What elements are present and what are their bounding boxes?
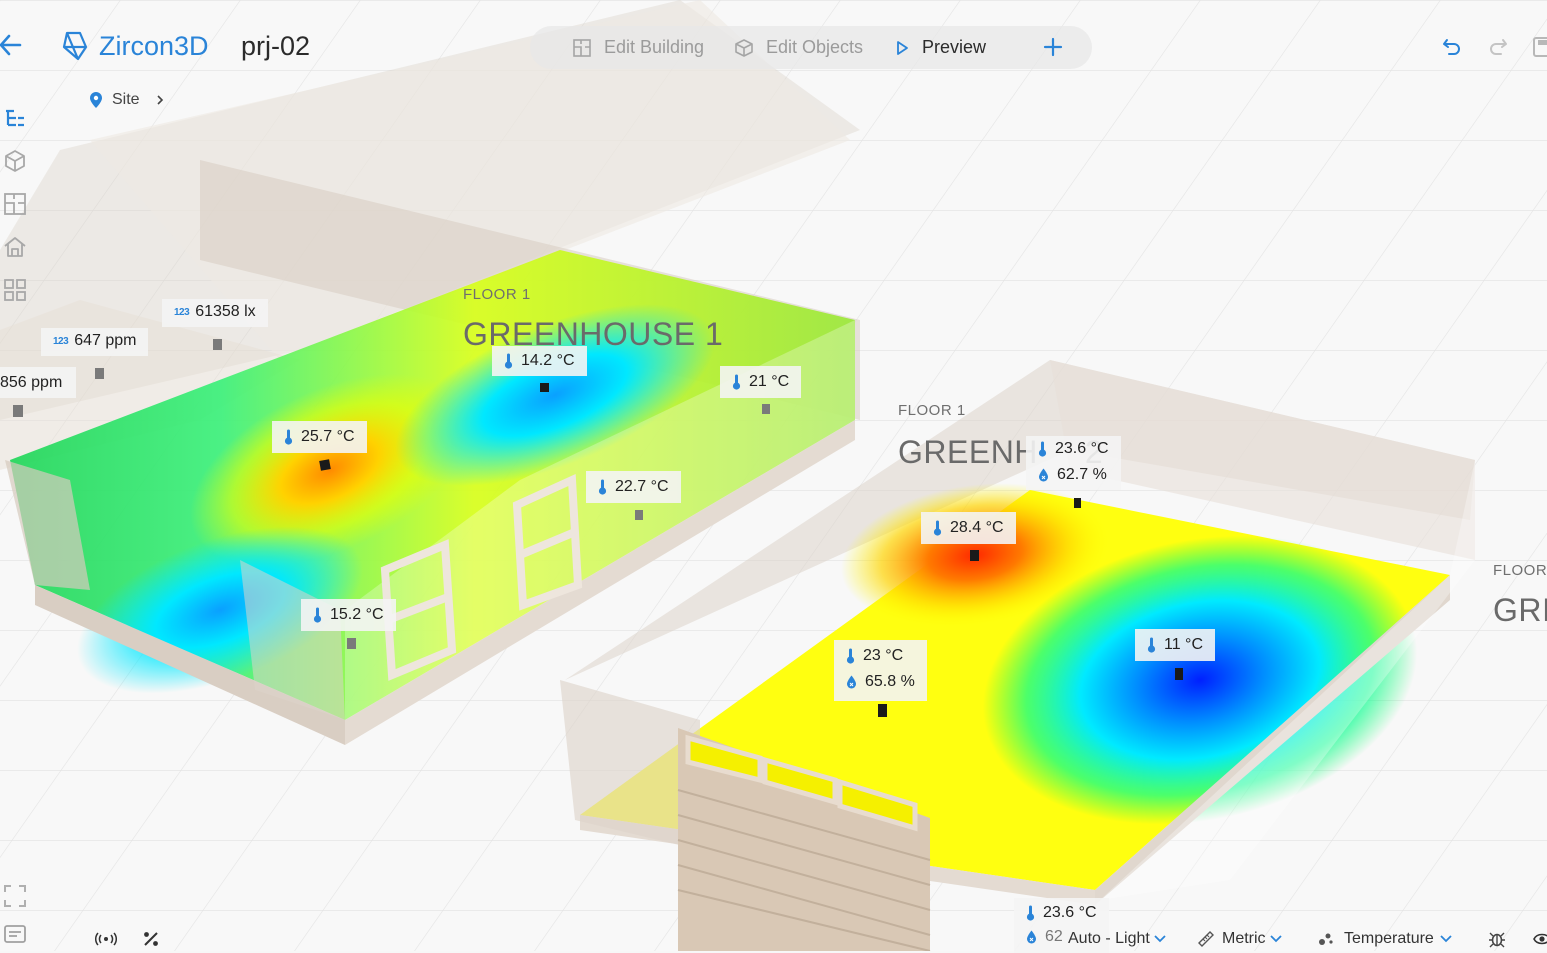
room-1-floor: FLOOR 1: [463, 286, 531, 303]
sensor-temp-card[interactable]: 21 °C: [720, 366, 802, 398]
mode-edit-objects-label: Edit Objects: [766, 37, 864, 57]
fullscreen-icon[interactable]: [3, 884, 27, 908]
broadcast-icon: [95, 932, 117, 946]
sensor-humidity-value: 62.7 %: [1057, 466, 1107, 483]
numeric-icon: 123: [53, 335, 69, 347]
units-select[interactable]: Metric: [1198, 928, 1282, 950]
scene-canvas[interactable]: [0, 0, 1547, 951]
floorplan-icon: [573, 38, 591, 57]
cube-icon: [735, 38, 753, 57]
chevron-down-icon: [1269, 935, 1282, 943]
humidity-drop-icon: [847, 675, 856, 689]
mode-edit-building[interactable]: Edit Building: [572, 26, 704, 69]
back-arrow-icon[interactable]: [0, 30, 26, 60]
project-name[interactable]: prj-02: [241, 31, 310, 62]
dashboard-icon[interactable]: [3, 278, 27, 302]
thermometer-icon: [284, 429, 293, 445]
sensor-value: 14.2 °C: [521, 352, 575, 369]
sensors-toggle[interactable]: [95, 928, 117, 950]
sensor-temp-card[interactable]: 14.2 °C: [492, 346, 587, 376]
location-pin-icon: [90, 92, 102, 108]
building-icon[interactable]: [3, 235, 27, 259]
undo-icon[interactable]: [1441, 36, 1463, 58]
sensor-humidity-value: 65.8 %: [865, 673, 915, 690]
bug-icon: [1489, 932, 1505, 948]
thermometer-icon: [598, 479, 607, 495]
sensor-temp-card[interactable]: 22.7 °C: [586, 471, 681, 503]
mode-switcher: Edit Building Edit Objects Preview: [530, 26, 1092, 69]
thermometer-icon: [313, 607, 322, 623]
sensor-temp-card[interactable]: 25.7 °C: [272, 421, 367, 453]
sensor-temp-card[interactable]: 11 °C: [1135, 629, 1216, 661]
list-icon[interactable]: [3, 922, 27, 946]
thermometer-icon: [1026, 905, 1035, 921]
sensor-value: 21 °C: [749, 373, 790, 390]
sensor-temp-value: 23.6 °C: [1043, 904, 1097, 921]
sensor-temp-card[interactable]: 28.4 °C: [921, 512, 1016, 544]
app-brand: Zircon3D: [99, 31, 209, 61]
numeric-icon: 123: [174, 306, 190, 318]
humidity-drop-icon: [1039, 468, 1048, 482]
layer-select[interactable]: Temperature: [1318, 928, 1452, 950]
room-3-name[interactable]: GRI: [1493, 592, 1547, 629]
thermometer-icon: [504, 353, 513, 369]
eye-icon: [1533, 933, 1547, 945]
room-2-floor: FLOOR 1: [898, 402, 966, 419]
lighting-select[interactable]: Auto - Light: [1068, 928, 1166, 950]
tree-icon[interactable]: [3, 107, 27, 131]
ruler-icon: [1198, 931, 1214, 947]
sensor-value: 61358 lx: [195, 303, 256, 320]
room-3-floor: FLOOR: [1493, 562, 1547, 579]
lighting-select-value: Auto - Light: [1068, 930, 1150, 947]
scatter-icon: [1319, 933, 1333, 945]
zircon-logo-icon: [62, 31, 88, 61]
sensor-value: 647 ppm: [74, 332, 137, 349]
thermometer-icon: [1038, 441, 1047, 457]
thermometer-icon: [846, 648, 855, 664]
thermometer-icon: [732, 374, 741, 390]
sensor-value: 856 ppm: [0, 373, 63, 391]
mode-edit-objects[interactable]: Edit Objects: [734, 26, 863, 69]
debug-button[interactable]: [1488, 928, 1506, 950]
sensor-temp-value: 23 °C: [863, 647, 904, 664]
breadcrumb[interactable]: Site: [90, 90, 164, 110]
save-icon[interactable]: [1532, 36, 1547, 58]
sensor-temp-value: 23.6 °C: [1055, 440, 1109, 457]
thermometer-icon: [1147, 637, 1156, 653]
visibility-toggle[interactable]: [1533, 928, 1547, 950]
top-bar: Zircon3D prj-02 Edit Building Edit Objec…: [0, 0, 1547, 108]
add-icon[interactable]: [1040, 34, 1066, 60]
mode-preview[interactable]: Preview: [894, 26, 986, 69]
sensor-value: 11 °C: [1164, 636, 1204, 653]
sensor-temp-humidity-card[interactable]: 23 °C 65.8 %: [834, 640, 927, 701]
breadcrumb-site: Site: [112, 91, 140, 108]
sensor-temp-card[interactable]: 15.2 °C: [301, 599, 396, 631]
percent-toggle[interactable]: [142, 928, 160, 950]
mode-edit-building-label: Edit Building: [604, 37, 705, 57]
floorplan-icon[interactable]: [3, 192, 27, 216]
chevron-right-icon: [157, 95, 163, 105]
units-select-value: Metric: [1222, 930, 1266, 947]
sensor-value: 22.7 °C: [615, 478, 669, 495]
play-icon: [897, 40, 908, 55]
sensor-light-card[interactable]: 123 61358 lx: [162, 299, 268, 327]
chevron-down-icon: [1440, 935, 1452, 943]
chevron-down-icon: [1154, 935, 1166, 943]
sensor-value: 28.4 °C: [950, 519, 1004, 536]
sensor-co2-card[interactable]: 856 ppm: [0, 367, 77, 398]
sensor-value: 25.7 °C: [301, 428, 355, 445]
layer-select-value: Temperature: [1344, 930, 1434, 947]
thermometer-icon: [933, 520, 942, 536]
sensor-value: 15.2 °C: [330, 606, 384, 623]
humidity-drop-icon: [1027, 930, 1036, 944]
sensor-humidity-value: 62: [1045, 928, 1063, 945]
sensor-temp-humidity-card[interactable]: 23.6 °C 62.7 %: [1026, 436, 1121, 490]
redo-icon[interactable]: [1487, 36, 1509, 58]
percent-icon: [144, 932, 158, 946]
cube-icon[interactable]: [3, 149, 27, 173]
sensor-co2-card[interactable]: 123 647 ppm: [41, 328, 149, 356]
mode-preview-label: Preview: [922, 37, 987, 57]
